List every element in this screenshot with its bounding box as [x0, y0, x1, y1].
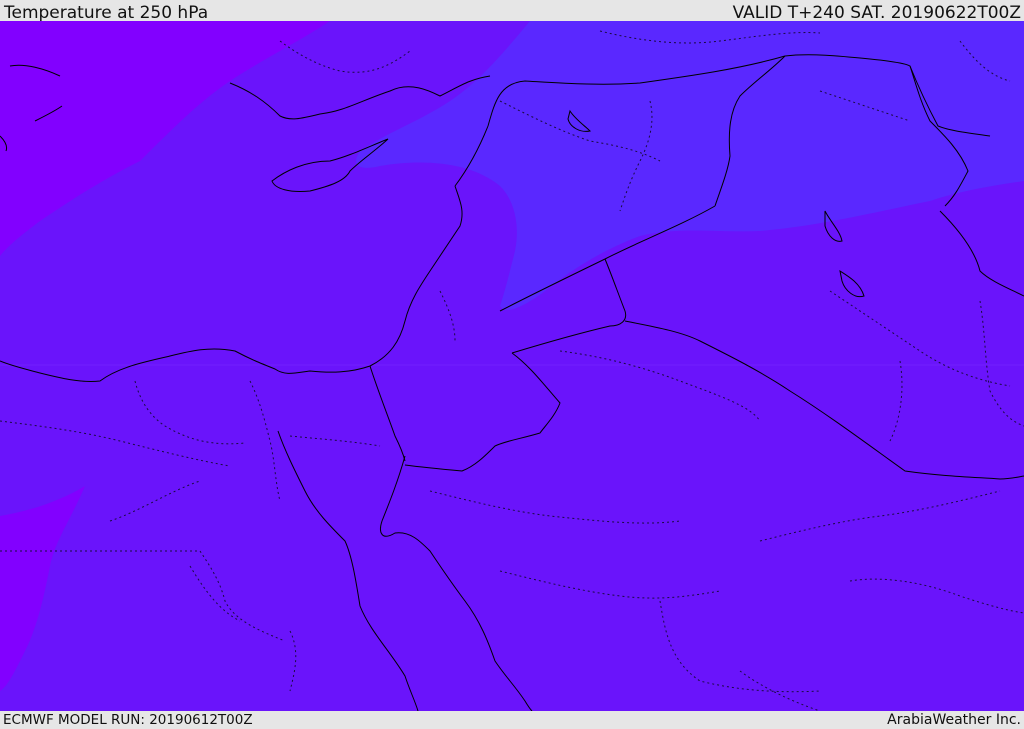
map-title: Temperature at 250 hPa [4, 3, 209, 23]
model-run-label: ECMWF MODEL RUN: 20190612T00Z [3, 712, 253, 728]
valid-time: VALID T+240 SAT. 20190622T00Z [732, 3, 1021, 23]
map-footer: ECMWF MODEL RUN: 20190612T00Z ArabiaWeat… [0, 711, 1024, 729]
credit-label: ArabiaWeather Inc. [887, 712, 1021, 728]
temperature-map [0, 21, 1024, 711]
map-header: Temperature at 250 hPa VALID T+240 SAT. … [0, 0, 1024, 23]
